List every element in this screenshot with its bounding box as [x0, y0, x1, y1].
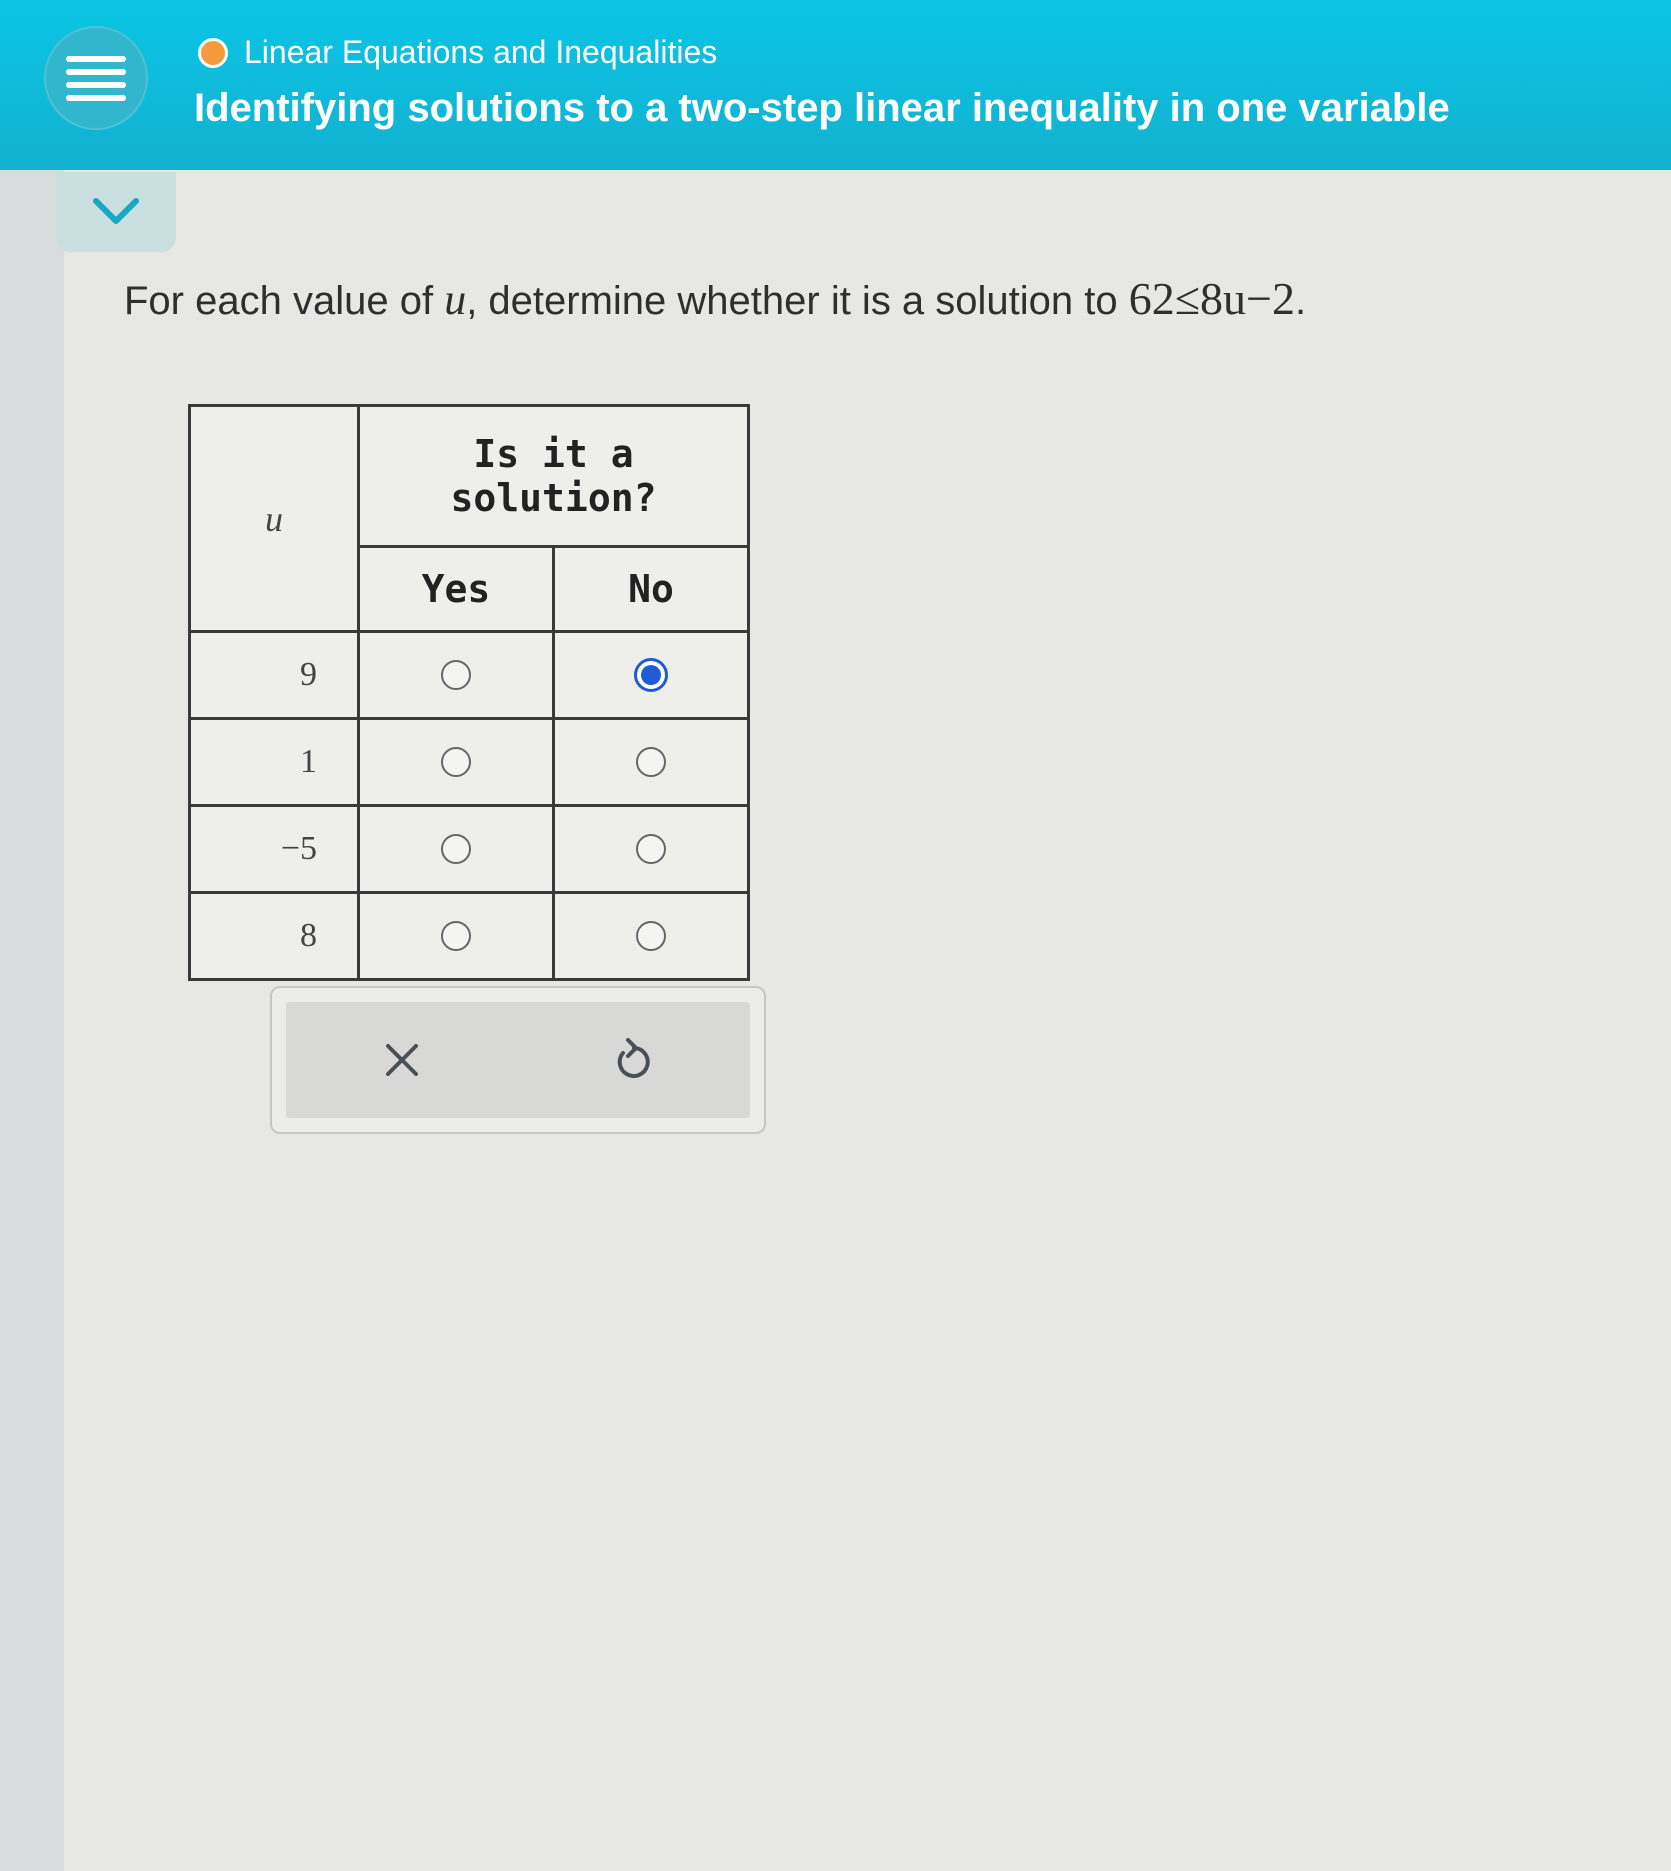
table-row: 8	[188, 891, 750, 981]
undo-button[interactable]	[518, 1002, 750, 1118]
question-inequality: 62≤8u−2	[1128, 273, 1295, 324]
clear-button[interactable]	[286, 1002, 518, 1118]
radio-no-row-1[interactable]	[634, 658, 668, 692]
row-value: −5	[188, 804, 360, 894]
radio-no-row-3[interactable]	[636, 834, 666, 864]
left-sidebar-strip	[0, 170, 64, 1871]
undo-icon	[617, 1038, 650, 1078]
no-cell	[552, 804, 750, 894]
table-row: −5	[188, 804, 750, 894]
lesson-title: Identifying solutions to a two-step line…	[194, 86, 1450, 130]
topic-status-dot	[198, 37, 228, 68]
row-value: 8	[188, 891, 360, 981]
chevron-down-icon	[93, 198, 139, 224]
yes-cell	[357, 717, 555, 807]
no-cell	[552, 891, 750, 981]
row-value: 9	[188, 630, 360, 720]
question-variable: u	[444, 275, 467, 324]
yes-header: Yes	[357, 545, 555, 633]
question-text: For each value of u, determine whether i…	[124, 272, 1306, 325]
radio-no-row-4[interactable]	[636, 921, 666, 951]
menu-button[interactable]	[44, 26, 148, 130]
radio-yes-row-1[interactable]	[441, 660, 471, 690]
app-header: Linear Equations and Inequalities Identi…	[0, 0, 1671, 170]
radio-no-row-2[interactable]	[636, 747, 666, 777]
no-cell	[552, 717, 750, 807]
question-middle: , determine whether it is a solution to	[466, 279, 1118, 323]
topic-label: Linear Equations and Inequalities	[244, 34, 718, 70]
table-row: 9	[188, 630, 750, 720]
no-cell	[552, 630, 750, 720]
yes-cell	[357, 891, 555, 981]
question-suffix: .	[1294, 279, 1307, 323]
action-button-bar	[286, 1002, 750, 1118]
variable-header: u	[188, 404, 360, 633]
yes-cell	[357, 804, 555, 894]
row-value: 1	[188, 717, 360, 807]
answer-action-panel	[270, 986, 766, 1134]
collapse-toggle[interactable]	[56, 172, 176, 252]
solution-group-header: Is it a solution?	[357, 404, 750, 548]
topic-row: Linear Equations and Inequalities	[198, 34, 717, 71]
radio-yes-row-3[interactable]	[441, 834, 471, 864]
radio-yes-row-4[interactable]	[441, 921, 471, 951]
radio-yes-row-2[interactable]	[441, 747, 471, 777]
close-icon	[386, 1044, 418, 1076]
question-prefix: For each value of	[124, 279, 434, 323]
table-row: 1	[188, 717, 750, 807]
no-header: No	[552, 545, 750, 633]
yes-cell	[357, 630, 555, 720]
hamburger-menu-icon	[66, 56, 126, 101]
solution-table: u Is it a solution? Yes No 9 1 −5 8	[188, 404, 750, 981]
